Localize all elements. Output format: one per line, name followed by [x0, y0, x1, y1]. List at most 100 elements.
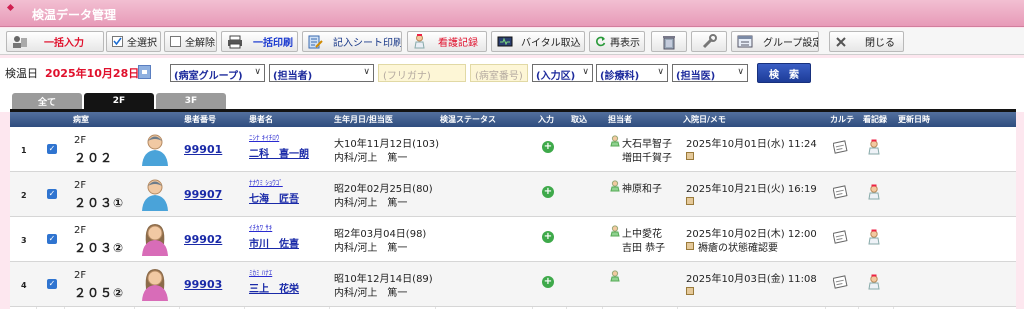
- tools-button[interactable]: [691, 31, 727, 52]
- group-settings-button[interactable]: グループ設定: [731, 31, 819, 52]
- chart-icon[interactable]: [832, 140, 849, 157]
- nursing-record-icon[interactable]: [867, 229, 881, 248]
- staff-select[interactable]: (担当者): [269, 64, 374, 82]
- patient-kana: ﾆｼﾅ ｷｲﾁﾛｳ: [249, 134, 280, 142]
- close-icon: [836, 36, 846, 47]
- furigana-input[interactable]: (フリガナ): [378, 64, 466, 82]
- table-row[interactable]: 4 ✓ 2F ２０５② 99903 ﾐｶﾐ ﾊﾅｴ 三上 花栄 昭10年12月14日(89) 内…: [10, 262, 1016, 307]
- nursing-record-button[interactable]: 看護記録: [407, 31, 487, 52]
- staff-icon: [610, 270, 621, 285]
- patient-name-link[interactable]: 市川 佐喜: [249, 235, 299, 250]
- patient-name-link[interactable]: 七海 匠吾: [249, 190, 299, 205]
- nursing-record-icon[interactable]: [867, 184, 881, 203]
- filter-bar: 検温日 2025年10月28日 (病室グループ) (担当者) (フリガナ) (病…: [0, 58, 1024, 88]
- bulk-print-button[interactable]: 一括印刷: [221, 31, 298, 52]
- patient-name-link[interactable]: 二科 喜一朗: [249, 145, 309, 160]
- tab-3f[interactable]: 3F: [156, 93, 226, 109]
- date-field[interactable]: 2025年10月28日: [45, 65, 139, 81]
- close-button[interactable]: 閉じる: [829, 31, 904, 52]
- table-row[interactable]: 1 ✓ 2F ２０２ 99901 ﾆｼﾅ ｷｲﾁﾛｳ 二科 喜一朗 大10年11月12日(10…: [10, 127, 1016, 172]
- add-input-icon[interactable]: +: [542, 276, 554, 288]
- calendar-icon[interactable]: [138, 65, 151, 79]
- admission-select[interactable]: (入力区): [532, 64, 593, 82]
- male-patient-avatar: [140, 177, 170, 214]
- chart-icon[interactable]: [832, 230, 849, 247]
- row-checkbox[interactable]: ✓: [47, 144, 57, 154]
- header-nursing: 看記録: [863, 115, 887, 124]
- search-button[interactable]: 検 索: [757, 63, 811, 83]
- table-row[interactable]: 2 ✓ 2F ２０３① 99907 ﾅﾅｳﾐ ｼｮｳｺﾞ 七海 匠吾 昭20年02月25日(8…: [10, 172, 1016, 217]
- header-chart: カルテ: [830, 115, 854, 124]
- header-admit-memo: 入院日/メモ: [683, 115, 726, 124]
- tab-all[interactable]: 全て: [12, 93, 82, 109]
- header-input: 入力: [538, 115, 554, 124]
- memo-icon[interactable]: [686, 241, 695, 253]
- close-label: 閉じる: [865, 38, 895, 49]
- staff-icon: [610, 225, 621, 240]
- patient-number-link[interactable]: 99907: [184, 188, 222, 201]
- doctor: 内科/河上 篤一: [334, 198, 408, 209]
- title-bar: 検温データ管理: [0, 0, 1024, 27]
- chart-icon[interactable]: [832, 185, 849, 202]
- floor: 2F: [74, 270, 87, 281]
- room: ２０３①: [74, 196, 125, 210]
- header-staff: 担当者: [608, 115, 632, 124]
- sheet-print-icon: [308, 35, 323, 48]
- department-select[interactable]: (診療科): [596, 64, 668, 82]
- patient-number-link[interactable]: 99903: [184, 278, 222, 291]
- nursing-record-icon[interactable]: [867, 274, 881, 293]
- deselect-all-label: 全解除: [185, 38, 215, 49]
- patient-table: 病室 患者番号 患者名 生年月日/担当医 検温ステータス 入力 取込 担当者 入…: [10, 112, 1016, 309]
- doctor-select[interactable]: (担当医): [672, 64, 748, 82]
- table-row[interactable]: 3 ✓ 2F ２０３② 99902 ｲﾁｶﾜ ｻｷ 市川 佐喜 昭2年03月04日(98) 内科…: [10, 217, 1016, 262]
- birth-date: 昭2年03月04日(98): [334, 229, 427, 240]
- admission-date: 2025年10月01日(水) 11:24: [686, 139, 817, 150]
- birth-date: 昭20年02月25日(80): [334, 184, 433, 195]
- entry-sheet-print-label: 記入シート印刷: [333, 38, 402, 49]
- add-input-icon[interactable]: +: [542, 231, 554, 243]
- monitor-icon: [497, 36, 513, 46]
- refresh-button[interactable]: 再表示: [589, 31, 645, 52]
- memo-icon[interactable]: [686, 151, 695, 163]
- group-settings-label: グループ設定: [763, 38, 819, 49]
- bulk-input-button[interactable]: 一括入力: [6, 31, 104, 52]
- nurse-icon: [414, 34, 425, 49]
- staff-secondary: 吉田 恭子: [622, 243, 666, 254]
- header-room: 病室: [73, 115, 89, 124]
- tab-2f[interactable]: 2F: [84, 93, 154, 109]
- bulk-print-label: 一括印刷: [253, 38, 293, 49]
- deselect-all-button[interactable]: 全解除: [164, 31, 217, 52]
- delete-button[interactable]: [651, 31, 687, 52]
- room-number-input[interactable]: (病室番号): [470, 64, 528, 82]
- date-label: 検温日: [5, 67, 38, 80]
- row-checkbox[interactable]: ✓: [47, 189, 57, 199]
- staff-icon: [610, 135, 621, 150]
- floor: 2F: [74, 225, 87, 236]
- memo-icon[interactable]: [686, 286, 695, 298]
- ward-group-select[interactable]: (病室グループ): [170, 64, 265, 82]
- select-all-button[interactable]: 全選択: [106, 31, 161, 52]
- admission-date: 2025年10月21日(火) 16:19: [686, 184, 817, 195]
- admission-date: 2025年10月03日(金) 11:08: [686, 274, 817, 285]
- header-patient-no: 患者番号: [184, 115, 216, 124]
- add-input-icon[interactable]: +: [542, 141, 554, 153]
- table-header: 病室 患者番号 患者名 生年月日/担当医 検温ステータス 入力 取込 担当者 入…: [10, 112, 1016, 127]
- trash-icon: [663, 35, 675, 49]
- toolbar: 一括入力 全選択 全解除 一括印刷 記入シート印刷 看護記録 バイタル取込 再表…: [0, 28, 1024, 55]
- vital-import-button[interactable]: バイタル取込: [491, 31, 585, 52]
- memo-icon[interactable]: [686, 196, 695, 208]
- birth-date: 昭10年12月14日(89): [334, 274, 433, 285]
- patient-name-link[interactable]: 三上 花栄: [249, 280, 299, 295]
- patient-number-link[interactable]: 99902: [184, 233, 222, 246]
- memo-text: 褥瘡の状態確認要: [698, 243, 778, 254]
- chart-icon[interactable]: [832, 275, 849, 292]
- row-checkbox[interactable]: ✓: [47, 234, 57, 244]
- settings-window-icon: [737, 35, 753, 48]
- row-checkbox[interactable]: ✓: [47, 279, 57, 289]
- add-input-icon[interactable]: +: [542, 186, 554, 198]
- patient-kana: ﾅﾅｳﾐ ｼｮｳｺﾞ: [249, 179, 283, 187]
- patient-number-link[interactable]: 99901: [184, 143, 222, 156]
- nursing-record-icon[interactable]: [867, 139, 881, 158]
- entry-sheet-print-button[interactable]: 記入シート印刷: [302, 31, 402, 52]
- room: ２０５②: [74, 286, 125, 300]
